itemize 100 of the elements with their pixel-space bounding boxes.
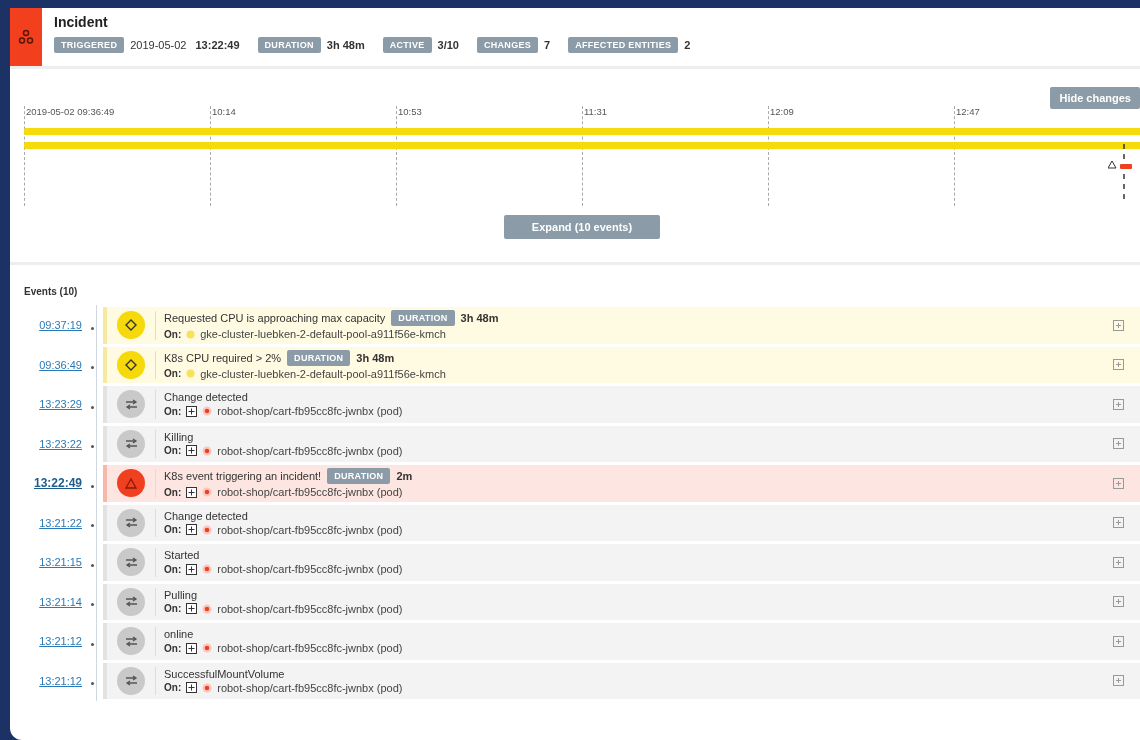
on-label: On: [164,682,182,694]
swap-arrows-icon [124,556,138,568]
expand-icon[interactable] [186,486,198,498]
pod-dot-icon [202,682,213,693]
on-label: On: [164,642,182,654]
event-time-link[interactable]: 13:21:22 [24,516,82,529]
tick-label: 12:47 [956,106,980,117]
event-title: K8s event triggering an incident! [164,470,322,483]
event-time-link[interactable]: 13:21:12 [24,674,82,687]
duration-value: 2m [396,470,413,483]
on-label: On: [164,486,182,498]
event-time-link[interactable]: 13:21:12 [24,635,82,648]
entity-name: robot-shop/cart-fb95cc8fc-jwnbx (pod) [217,602,403,615]
swap-arrows-icon [124,517,138,529]
timeline-dot [91,524,94,528]
expand-icon[interactable] [186,445,198,457]
on-label: On: [164,405,182,417]
event-time-link[interactable]: 13:22:49 [24,476,82,491]
event-title: K8s CPU required > 2% [164,351,282,364]
events-heading: Events (10) [24,286,78,297]
event-time-link[interactable]: 13:23:29 [24,398,82,411]
tick-label: 2019-05-02 09:36:49 [26,106,115,117]
pod-dot-icon [202,643,213,654]
expand-icon[interactable] [186,603,198,615]
timeline-dot [91,405,94,409]
swap-arrows-icon [124,596,138,608]
event-time-link[interactable]: 09:36:49 [24,358,82,371]
nodes-icon [18,29,34,45]
pod-dot-icon [202,487,213,498]
entity-name: robot-shop/cart-fb95cc8fc-jwnbx (pod) [217,523,403,536]
timeline-dot [91,445,94,449]
node-dot-icon [186,369,196,379]
stat-value: 2 [684,39,691,51]
stat-date: 2019-05-02 [130,39,187,51]
stat-value: 3/10 [437,39,459,51]
duration-value: 3h 48m [356,351,395,364]
event-time-link[interactable]: 13:21:14 [24,595,82,608]
entity-name: robot-shop/cart-fb95cc8fc-jwnbx (pod) [217,405,403,418]
on-label: On: [164,328,182,340]
hide-changes-button[interactable]: Hide changes [1050,87,1140,109]
event-time-link[interactable]: 13:21:15 [24,556,82,569]
entity-name: robot-shop/cart-fb95cc8fc-jwnbx (pod) [217,444,403,457]
timeline-dot [91,484,94,488]
incident-title: Incident [54,14,109,30]
expand-icon[interactable] [186,405,198,417]
triangle-icon [125,477,137,489]
on-label: On: [164,445,182,457]
event-title: Started [164,549,200,562]
pod-dot-icon [202,524,213,535]
pod-dot-icon [202,445,213,456]
timeline-dot [91,366,94,370]
entity-name: robot-shop/cart-fb95cc8fc-jwnbx (pod) [217,642,403,655]
swap-arrows-icon [124,635,138,647]
tick-label: 10:53 [398,106,422,117]
pod-dot-icon [202,603,213,614]
expand-icon[interactable] [186,682,198,694]
on-label: On: [164,563,182,575]
swap-arrows-icon [124,398,138,410]
diamond-icon [125,358,137,371]
entity-name: gke-cluster-luebken-2-default-pool-a911f56e-kmch [200,328,446,341]
stat-label: DURATION [257,37,321,53]
tick-label: 12:09 [770,106,794,117]
duration-value: 3h 48m [460,312,499,325]
pod-dot-icon [202,406,213,417]
on-label: On: [164,524,182,536]
timeline-dot [91,682,94,686]
entity-name: robot-shop/cart-fb95cc8fc-jwnbx (pod) [217,681,403,694]
duration-label: DURATION [287,349,351,366]
timeline-dot [91,563,94,567]
timeline-dot [91,326,94,330]
event-time-link[interactable]: 09:37:19 [24,319,82,332]
pod-dot-icon [202,564,213,575]
event-title: Killing [164,430,194,443]
stat-label: ACTIVE [382,37,432,53]
entity-name: robot-shop/cart-fb95cc8fc-jwnbx (pod) [217,486,403,499]
entity-name: robot-shop/cart-fb95cc8fc-jwnbx (pod) [217,563,403,576]
expand-icon[interactable] [186,524,198,536]
expand-icon[interactable] [186,642,198,654]
stat-value: 13:22:49 [195,39,240,51]
event-title: Pulling [164,588,198,601]
timeline-dot [91,642,94,646]
tick-label: 10:14 [212,106,236,117]
timeline-dot [91,603,94,607]
event-time-link[interactable]: 13:23:22 [24,437,82,450]
swap-arrows-icon [124,438,138,450]
on-label: On: [164,368,182,380]
stat-label: CHANGES [476,37,539,53]
expand-button[interactable]: Expand (10 events) [504,215,660,239]
tick-label: 11:31 [584,106,608,117]
duration-label: DURATION [391,310,455,327]
on-label: On: [164,603,182,615]
stat-label: AFFECTED ENTITIES [568,37,679,53]
diamond-icon [125,319,137,332]
event-title: SuccessfulMountVolume [164,667,285,680]
event-title: Requested CPU is approaching max capacity [164,312,386,325]
stat-value: 3h 48m [326,39,365,51]
duration-label: DURATION [327,468,391,485]
stat-label: TRIGGERED [54,37,125,53]
stat-value: 7 [544,39,551,51]
expand-icon[interactable] [186,563,198,575]
